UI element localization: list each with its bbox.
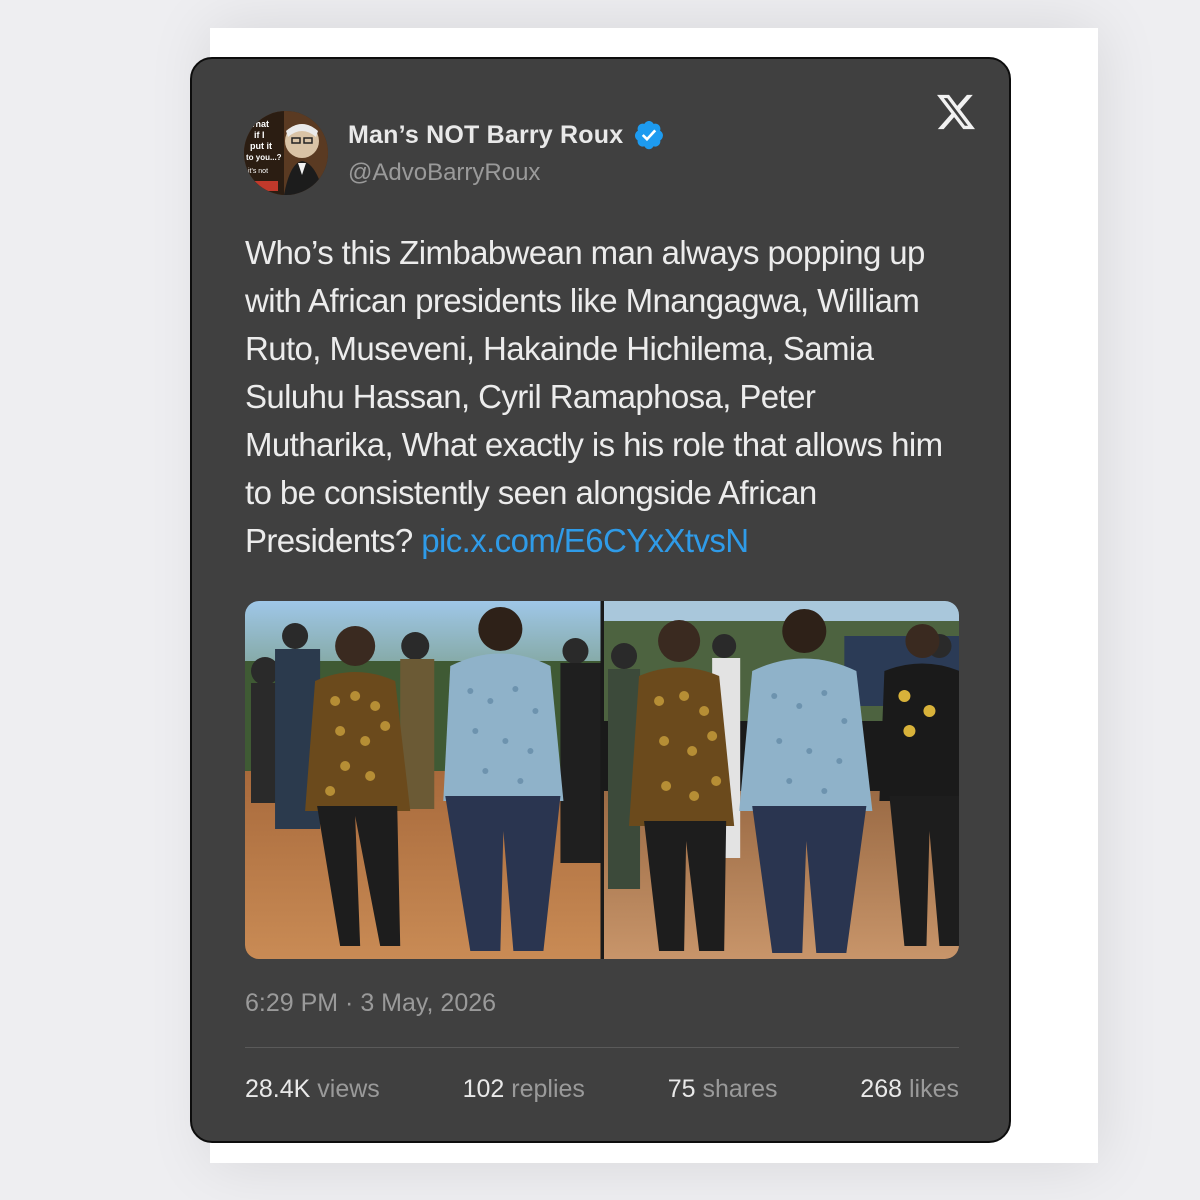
views-stat[interactable]: 28.4K views <box>245 1075 380 1104</box>
avatar-caption-2: if I <box>254 130 265 140</box>
shares-count: 75 <box>667 1075 696 1103</box>
photo-right[interactable] <box>603 601 959 959</box>
views-label: views <box>317 1075 380 1103</box>
replies-stat[interactable]: 102 replies <box>463 1075 585 1104</box>
author-handle[interactable]: @AdvoBarryRoux <box>348 159 540 187</box>
author-name-row: Man’s NOT Barry Roux <box>348 119 665 151</box>
likes-label: likes <box>908 1075 959 1103</box>
avatar-caption-3: put it <box>250 141 272 151</box>
avatar-caption-4: to you...? <box>246 153 282 162</box>
shares-label: shares <box>702 1075 778 1103</box>
engagement-stats: 28.4K views 102 replies 75 shares 268 li… <box>245 1075 959 1104</box>
display-name[interactable]: Man’s NOT Barry Roux <box>348 121 623 150</box>
tweet-body: Who’s this Zimbabwean man always popping… <box>245 234 943 559</box>
x-logo-icon[interactable] <box>937 93 975 131</box>
avatar[interactable]: What if I put it to you...? it's not <box>244 111 328 195</box>
tweet-text: Who’s this Zimbabwean man always popping… <box>245 229 965 565</box>
views-count: 28.4K <box>245 1075 311 1103</box>
avatar-caption-1: What <box>247 119 269 129</box>
replies-label: replies <box>511 1075 585 1103</box>
verified-badge-icon <box>635 121 664 150</box>
media-link[interactable]: pic.x.com/E6CYxXtvsN <box>421 522 749 559</box>
tweet-timestamp[interactable]: 6:29 PM · 3 May, 2026 <box>245 989 496 1018</box>
photo-left-image <box>245 601 601 959</box>
photo-left[interactable] <box>245 601 601 959</box>
media-grid <box>245 601 959 959</box>
likes-count: 268 <box>860 1075 903 1103</box>
divider <box>245 1047 959 1048</box>
avatar-caption-5: it's not <box>248 168 268 175</box>
photo-right-image <box>603 601 959 959</box>
shares-stat[interactable]: 75 shares <box>668 1075 778 1104</box>
avatar-image: What if I put it to you...? it's not <box>244 111 328 195</box>
replies-count: 102 <box>462 1075 505 1103</box>
likes-stat[interactable]: 268 likes <box>860 1075 959 1104</box>
tweet-card: What if I put it to you...? it's not Man… <box>190 57 1011 1143</box>
